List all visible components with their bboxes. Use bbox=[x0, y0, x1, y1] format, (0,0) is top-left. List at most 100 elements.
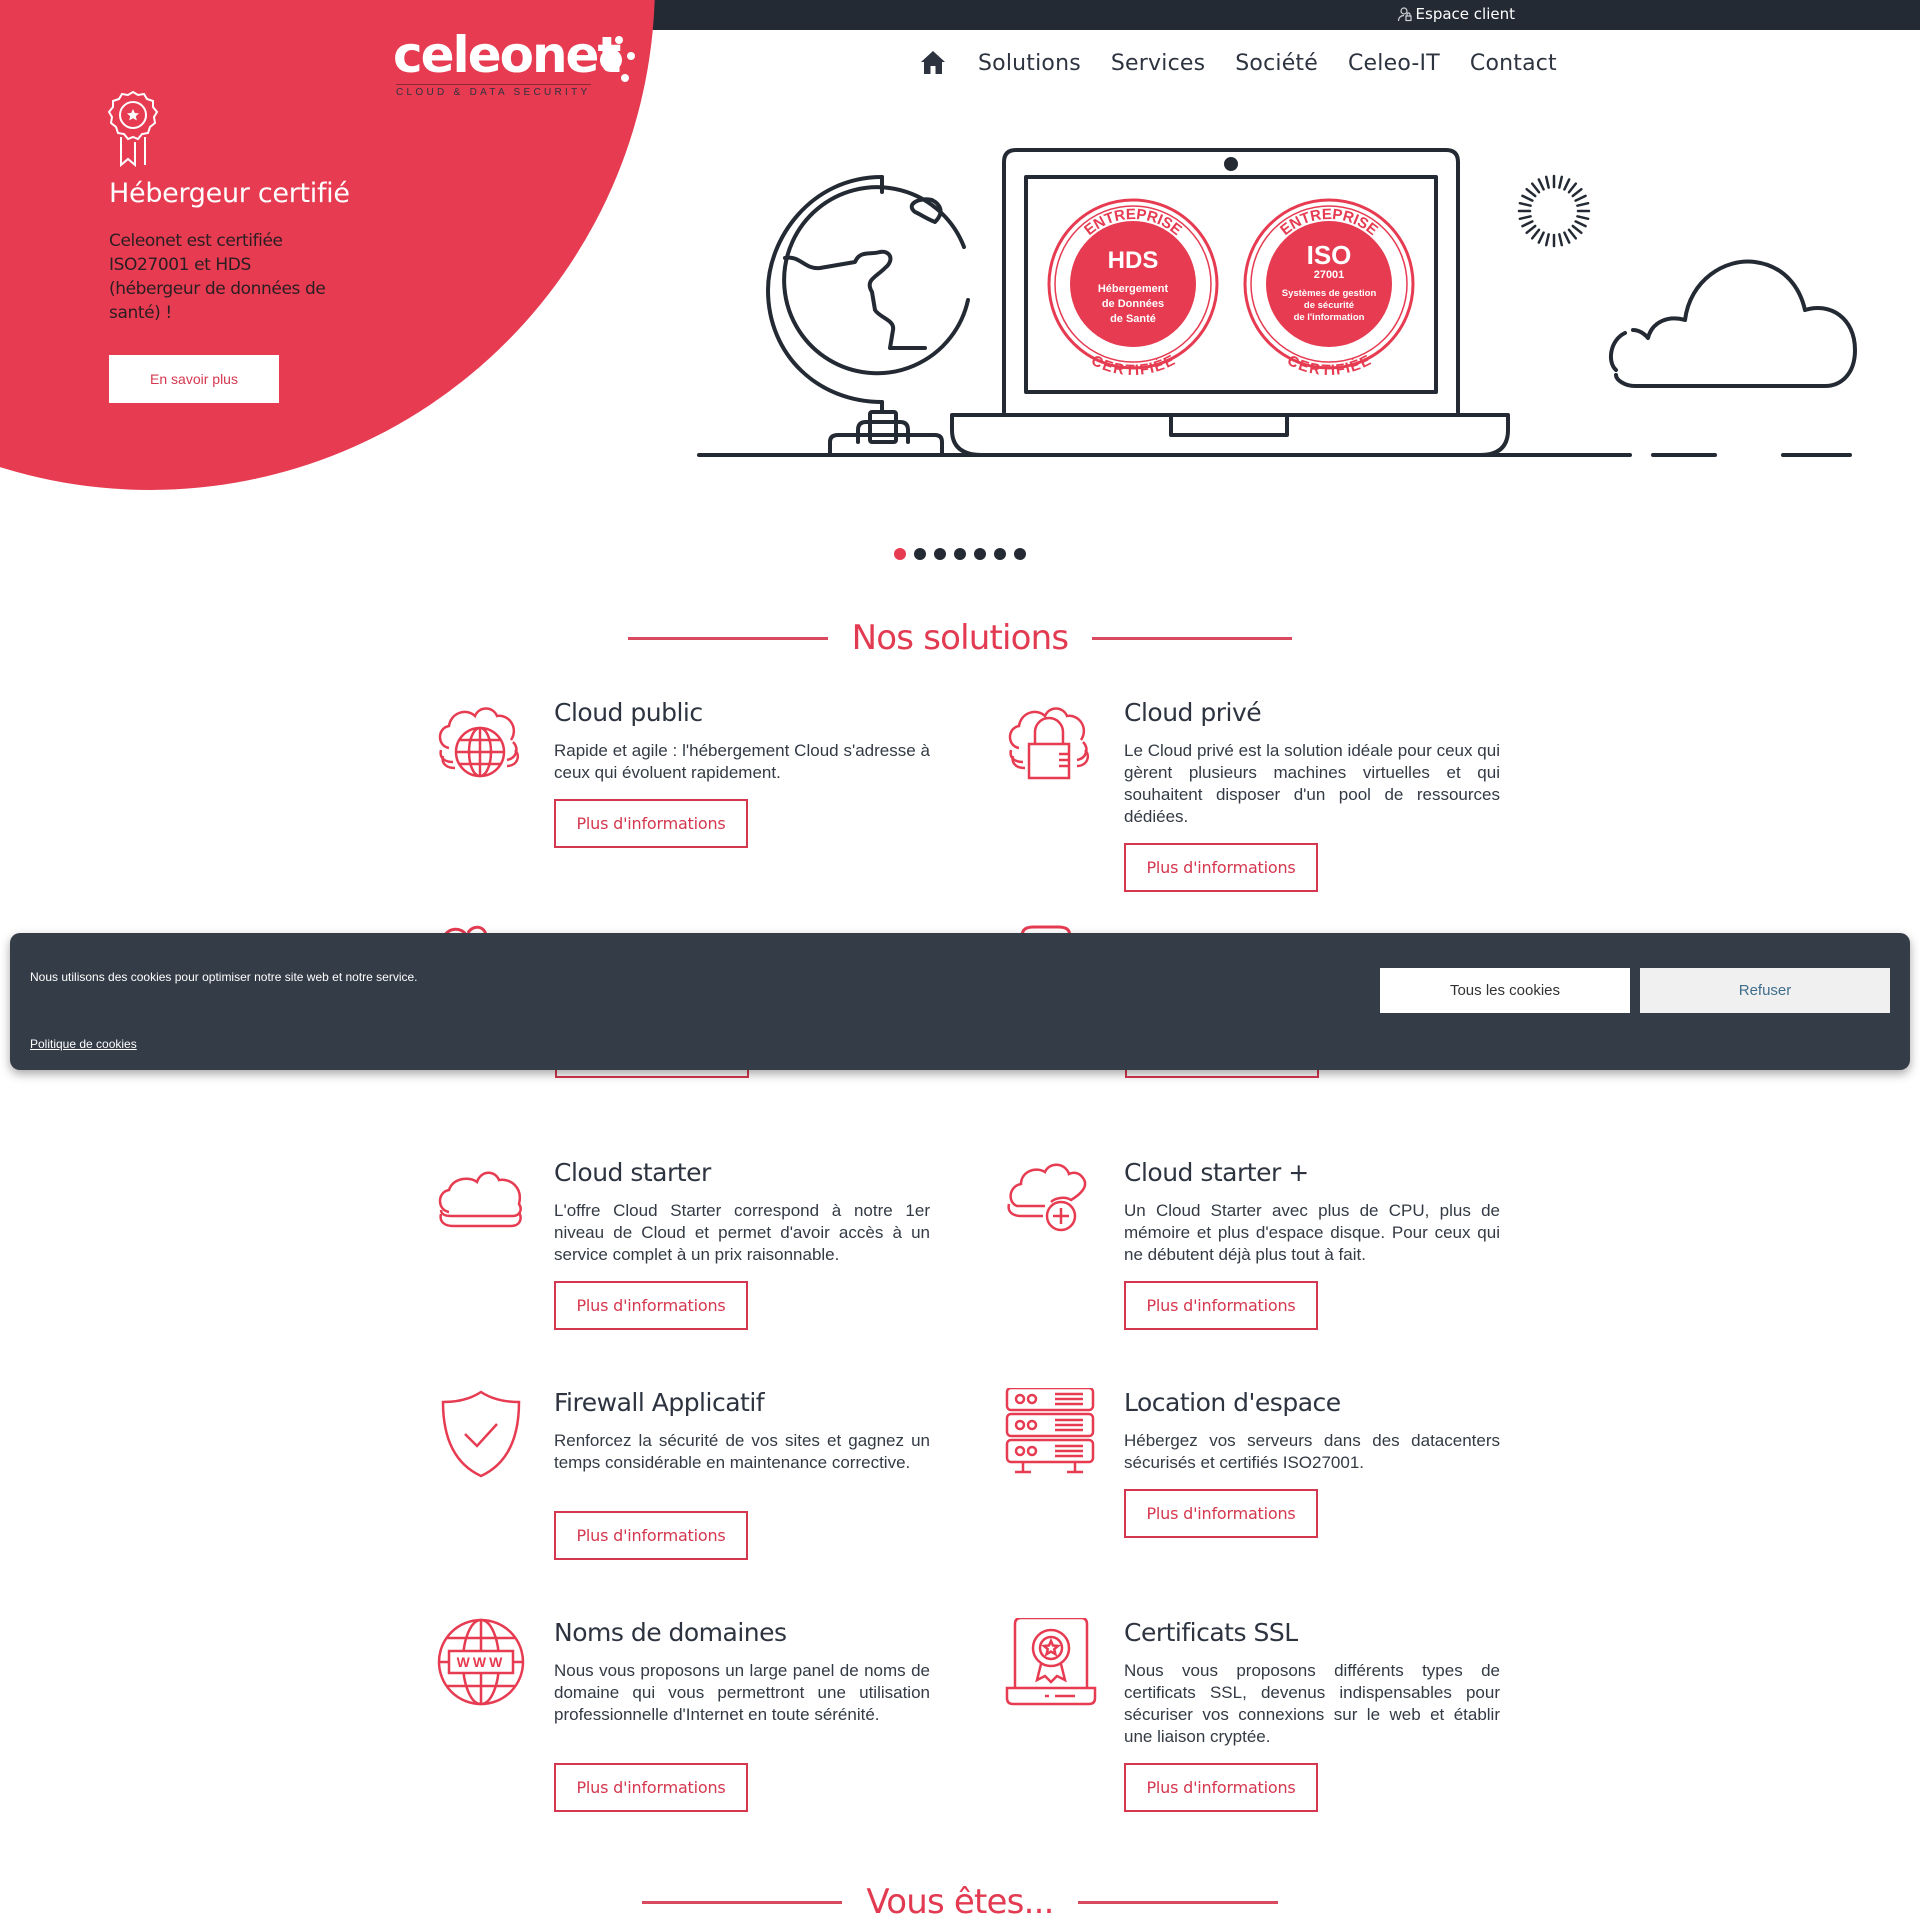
divider-line bbox=[642, 1900, 843, 1904]
certificate-laptop-icon bbox=[1005, 1618, 1097, 1706]
card-title: Certificats SSL bbox=[1124, 1618, 1298, 1647]
sun-ray bbox=[1518, 201, 1532, 207]
vous-etes-title: Vous êtes... bbox=[866, 1882, 1054, 1920]
nav-services[interactable]: Services bbox=[1111, 51, 1205, 76]
plus-informations-button[interactable]: Plus d'informations bbox=[554, 1763, 748, 1812]
logo-dots-icon bbox=[600, 36, 635, 82]
accept-all-cookies-button[interactable]: Tous les cookies bbox=[1380, 968, 1630, 1013]
card-text: Renforcez la sécurité de vos sites et ga… bbox=[554, 1431, 930, 1472]
card-title: Cloud privé bbox=[1124, 698, 1262, 727]
laptop-icon bbox=[950, 148, 1510, 457]
card-text: Rapide et agile : l'hébergement Cloud s'… bbox=[554, 741, 930, 782]
card-title: Firewall Applicatif bbox=[554, 1388, 765, 1417]
home-icon[interactable] bbox=[918, 48, 948, 78]
refuse-cookies-button[interactable]: Refuser bbox=[1640, 968, 1890, 1013]
slider-dot[interactable] bbox=[894, 548, 906, 560]
hero-text: Celeonet est certifiée ISO27001 et HDS (… bbox=[109, 231, 326, 323]
card-text: Hébergez vos serveurs dans des datacente… bbox=[1124, 1431, 1500, 1472]
nav-celeo-it[interactable]: Celeo-IT bbox=[1348, 51, 1440, 76]
nav-solutions[interactable]: Solutions bbox=[978, 51, 1081, 76]
plus-informations-button[interactable]: Plus d'informations bbox=[1124, 1763, 1318, 1812]
logo-wordmark: celeonet bbox=[393, 26, 621, 84]
sun-ray bbox=[1544, 175, 1550, 189]
slider-dot[interactable] bbox=[954, 548, 966, 560]
divider-line bbox=[1092, 636, 1293, 640]
server-rack-icon bbox=[1005, 1388, 1095, 1474]
cloud-plus-icon bbox=[1007, 1163, 1087, 1232]
cookie-policy-link[interactable]: Politique de cookies bbox=[30, 1037, 137, 1051]
sun-ray bbox=[1558, 233, 1564, 247]
cloud-globe-icon bbox=[438, 707, 519, 778]
sun-ray bbox=[1558, 175, 1564, 189]
celeonet-logo[interactable]: celeonet CLOUD & DATA SECURITY bbox=[393, 26, 643, 102]
hds-badge-line: de Données bbox=[1102, 298, 1164, 310]
sun-ray bbox=[1576, 215, 1590, 221]
card-title: Location d'espace bbox=[1124, 1388, 1341, 1417]
sun-ray bbox=[1571, 224, 1583, 235]
hero-illustration: ENTREPRISE CERTIFIÉE HDS Hébergement de … bbox=[697, 148, 1857, 457]
sun-ray bbox=[1574, 194, 1587, 202]
divider-line bbox=[1077, 1900, 1278, 1904]
sun-ray bbox=[1567, 228, 1578, 240]
logo-tagline: CLOUD & DATA SECURITY bbox=[396, 84, 591, 98]
sun-ray bbox=[1574, 220, 1587, 228]
card-text: L'offre Cloud Starter correspond à notre… bbox=[554, 1201, 930, 1264]
iso-badge-line: de sécurité bbox=[1304, 300, 1354, 311]
iso-badge-line: Systèmes de gestion bbox=[1282, 288, 1377, 299]
sun-ray bbox=[1521, 220, 1534, 228]
slider-dot[interactable] bbox=[934, 548, 946, 560]
iso-badge: ENTREPRISE CERTIFIÉE ISO 27001 Systèmes … bbox=[1243, 198, 1415, 379]
plus-informations-button[interactable]: Plus d'informations bbox=[1124, 843, 1318, 892]
slider-dot[interactable] bbox=[914, 548, 926, 560]
plus-informations-button[interactable]: Plus d'informations bbox=[1124, 1281, 1318, 1330]
plus-informations-button[interactable]: Plus d'informations bbox=[554, 1281, 748, 1330]
award-ribbon-icon bbox=[107, 90, 159, 168]
main-nav: Solutions Services Société Celeo-IT Cont… bbox=[918, 48, 1587, 78]
hds-badge-line: Hébergement bbox=[1098, 283, 1169, 295]
slider-dot[interactable] bbox=[974, 548, 986, 560]
sun-ray bbox=[1567, 182, 1578, 194]
iso-badge-main: ISO bbox=[1307, 240, 1352, 270]
globe-icon bbox=[766, 175, 970, 457]
cookie-banner: Nous utilisons des cookies pour optimise… bbox=[10, 933, 1910, 1070]
hds-badge-line: de Santé bbox=[1110, 313, 1156, 325]
nav-societe[interactable]: Société bbox=[1235, 51, 1318, 76]
nos-solutions-title: Nos solutions bbox=[851, 618, 1070, 658]
nos-solutions-heading: Nos solutions bbox=[0, 618, 1920, 658]
card-title: Cloud starter + bbox=[1124, 1158, 1309, 1187]
globe-www-icon: WWW bbox=[437, 1618, 525, 1706]
vous-etes-heading: Vous êtes... bbox=[0, 1882, 1920, 1920]
slider-pagination bbox=[894, 548, 1026, 560]
sun-ray bbox=[1521, 194, 1534, 202]
sun-ray bbox=[1530, 182, 1541, 194]
sun-ray bbox=[1563, 178, 1571, 191]
en-savoir-plus-button[interactable]: En savoir plus bbox=[109, 355, 279, 403]
svg-text:WWW: WWW bbox=[457, 1654, 506, 1670]
sun-ray bbox=[1571, 187, 1583, 198]
sun-ray bbox=[1525, 187, 1537, 198]
espace-client-link[interactable]: Espace client bbox=[1397, 5, 1515, 23]
cloud-lock-icon bbox=[1008, 707, 1089, 780]
plus-informations-button[interactable]: Plus d'informations bbox=[554, 1511, 748, 1560]
nav-contact[interactable]: Contact bbox=[1470, 51, 1557, 76]
espace-client-label: Espace client bbox=[1415, 5, 1515, 23]
card-text: Nous vous proposons différents types de … bbox=[1124, 1661, 1500, 1746]
slider-dot[interactable] bbox=[1014, 548, 1026, 560]
shield-check-icon bbox=[441, 1390, 521, 1478]
sun-ray bbox=[1518, 215, 1532, 221]
slider-dot[interactable] bbox=[994, 548, 1006, 560]
sun-ray bbox=[1537, 231, 1545, 244]
cloud-starter-icon bbox=[438, 1171, 522, 1228]
sun-ray bbox=[1525, 224, 1537, 235]
sun-icon bbox=[1517, 174, 1591, 248]
iso-badge-sub: 27001 bbox=[1314, 269, 1345, 281]
user-lock-icon bbox=[1397, 7, 1412, 22]
sun-ray bbox=[1530, 228, 1541, 240]
card-text: Le Cloud privé est la solution idéale po… bbox=[1124, 741, 1500, 826]
sun-ray bbox=[1576, 201, 1590, 207]
card-text: Un Cloud Starter avec plus de CPU, plus … bbox=[1124, 1201, 1500, 1264]
card-title: Cloud starter bbox=[554, 1158, 711, 1187]
hds-badge-main: HDS bbox=[1108, 247, 1159, 274]
plus-informations-button[interactable]: Plus d'informations bbox=[1124, 1489, 1318, 1538]
plus-informations-button[interactable]: Plus d'informations bbox=[554, 799, 748, 848]
